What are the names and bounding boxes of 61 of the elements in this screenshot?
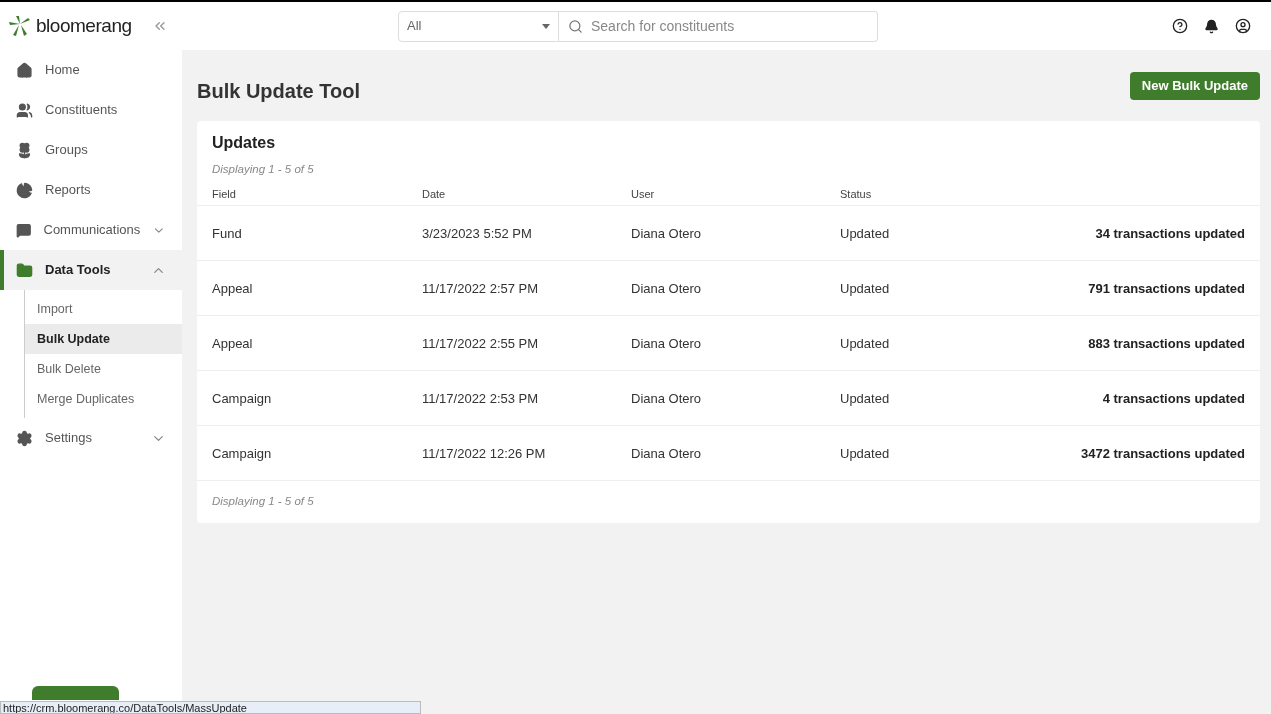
help-icon[interactable] xyxy=(1172,18,1188,34)
nav-item[interactable]: Groups xyxy=(0,130,182,170)
account-icon[interactable] xyxy=(1235,18,1251,34)
table-cell-text: Updated xyxy=(840,389,891,408)
table-cell-text: Campaign xyxy=(212,444,273,463)
table-cell-text: Fund xyxy=(212,224,243,243)
nav-subitem[interactable]: Bulk Update xyxy=(25,324,182,354)
nav-item[interactable]: Communications xyxy=(0,210,182,250)
table-cell-text: Updated xyxy=(840,224,891,243)
table-cell-text: Diana Otero xyxy=(631,279,703,298)
nav-item[interactable]: Reports xyxy=(0,170,182,210)
table-cell-text: Updated xyxy=(840,334,891,353)
table-cell-text: 11/17/2022 12:26 PM xyxy=(422,444,547,463)
result-count: Displaying 1 - 5 of 5 xyxy=(211,494,315,510)
brand-name: bloomerang xyxy=(36,13,132,38)
table-cell-text: 34 transactions updated xyxy=(1095,224,1245,243)
column-header[interactable]: User xyxy=(631,185,840,202)
people-icon xyxy=(16,101,33,119)
nav-item[interactable]: Data Tools xyxy=(0,250,182,290)
nav-item[interactable]: Settings xyxy=(0,418,182,458)
nav-item[interactable]: Constituents xyxy=(0,90,182,130)
nav-item[interactable]: Home xyxy=(0,50,182,90)
table-cell-text: 883 transactions updated xyxy=(1088,334,1245,353)
message-icon xyxy=(16,221,32,239)
search-field[interactable]: Search for constituents xyxy=(559,10,878,42)
table-cell-text: Appeal xyxy=(212,279,254,298)
column-header[interactable]: Field xyxy=(212,185,422,202)
notification-icon[interactable] xyxy=(1204,18,1219,34)
home-icon xyxy=(16,61,33,79)
card-title: Updates xyxy=(212,133,277,153)
table-cell-text: 791 transactions updated xyxy=(1088,279,1245,298)
scope-select[interactable]: All xyxy=(398,10,559,42)
table-cell-text: Updated xyxy=(840,444,891,463)
table-cell-text: 11/17/2022 2:53 PM xyxy=(422,389,540,408)
page-title: Bulk Update Tool xyxy=(197,79,360,104)
pie-chart-icon xyxy=(16,181,33,199)
new-bulk-update-button[interactable]: New Bulk Update xyxy=(1129,72,1260,100)
table-cell-text: 11/17/2022 2:57 PM xyxy=(422,279,540,298)
table-cell-text: 3/23/2023 5:52 PM xyxy=(422,224,533,243)
folder-icon xyxy=(16,261,33,279)
column-header[interactable]: Status xyxy=(840,185,1245,202)
flower-icon xyxy=(16,141,33,159)
settings-icon xyxy=(16,429,33,447)
column-header[interactable]: Date xyxy=(422,185,631,202)
result-count: Displaying 1 - 5 of 5 xyxy=(212,162,315,177)
table-cell-text: Appeal xyxy=(212,334,254,353)
nav-subitem[interactable]: Merge Duplicates xyxy=(25,384,182,414)
table-cell-text: Diana Otero xyxy=(631,224,703,243)
search-icon xyxy=(568,18,583,34)
table-cell-text: 3472 transactions updated xyxy=(1081,444,1245,463)
caret-icon xyxy=(542,23,550,29)
nav-subitem[interactable]: Bulk Delete xyxy=(25,354,182,384)
table-cell-text: Updated xyxy=(840,279,891,298)
table-cell-text: Diana Otero xyxy=(631,389,703,408)
table-cell-text: 11/17/2022 2:55 PM xyxy=(422,334,540,353)
table-cell-text: Diana Otero xyxy=(631,444,703,463)
table-cell-text: Campaign xyxy=(212,389,273,408)
table-cell-text: Diana Otero xyxy=(631,334,703,353)
logo-icon xyxy=(8,15,32,37)
table-cell-text: 4 transactions updated xyxy=(1102,389,1245,408)
nav-subitem[interactable]: Import xyxy=(25,294,182,324)
